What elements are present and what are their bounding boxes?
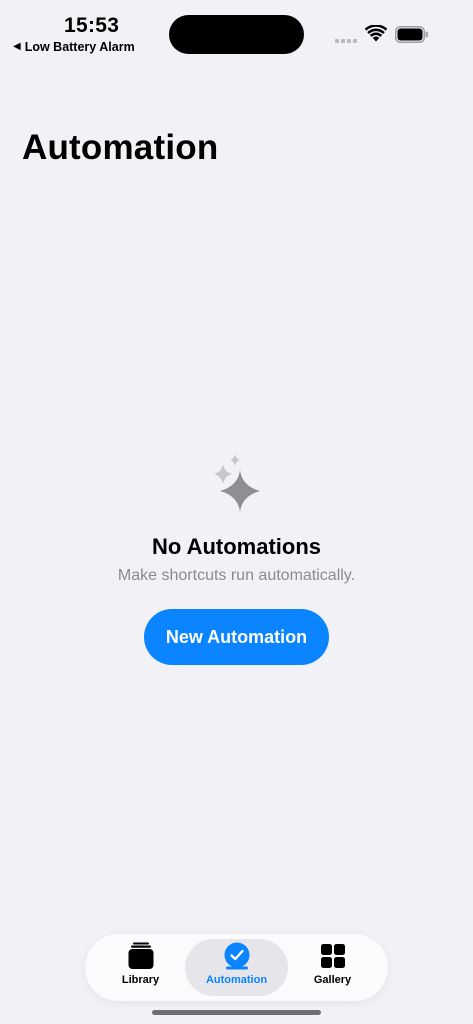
library-icon: [128, 942, 153, 969]
tab-library[interactable]: Library: [89, 939, 192, 996]
back-to-app-link[interactable]: ◀ Low Battery Alarm: [13, 40, 135, 54]
wifi-icon: [365, 25, 387, 42]
empty-state-subtitle: Make shortcuts run automatically.: [117, 567, 356, 584]
tab-automation[interactable]: Automation: [185, 939, 288, 996]
sparkles-icon: [214, 454, 260, 512]
automation-check-icon: [224, 942, 249, 970]
back-link-label: Low Battery Alarm: [24, 40, 135, 54]
tab-gallery[interactable]: Gallery: [281, 939, 384, 996]
tab-library-label: Library: [121, 974, 160, 986]
cellular-signal-icon: [335, 39, 357, 43]
tab-automation-label: Automation: [205, 974, 268, 986]
dynamic-island: [169, 15, 304, 54]
tab-bar: Library Automation Gallery: [85, 934, 388, 1001]
home-indicator[interactable]: [152, 1010, 321, 1015]
page-title: Automation: [22, 128, 219, 167]
status-time: 15:53: [64, 14, 120, 37]
back-arrow-icon: ◀: [13, 41, 21, 52]
empty-state-title: No Automations: [151, 534, 322, 559]
tab-gallery-label: Gallery: [313, 974, 352, 986]
new-automation-button[interactable]: New Automation: [144, 609, 329, 665]
battery-icon: [395, 26, 428, 43]
gallery-grid-icon: [320, 944, 345, 968]
